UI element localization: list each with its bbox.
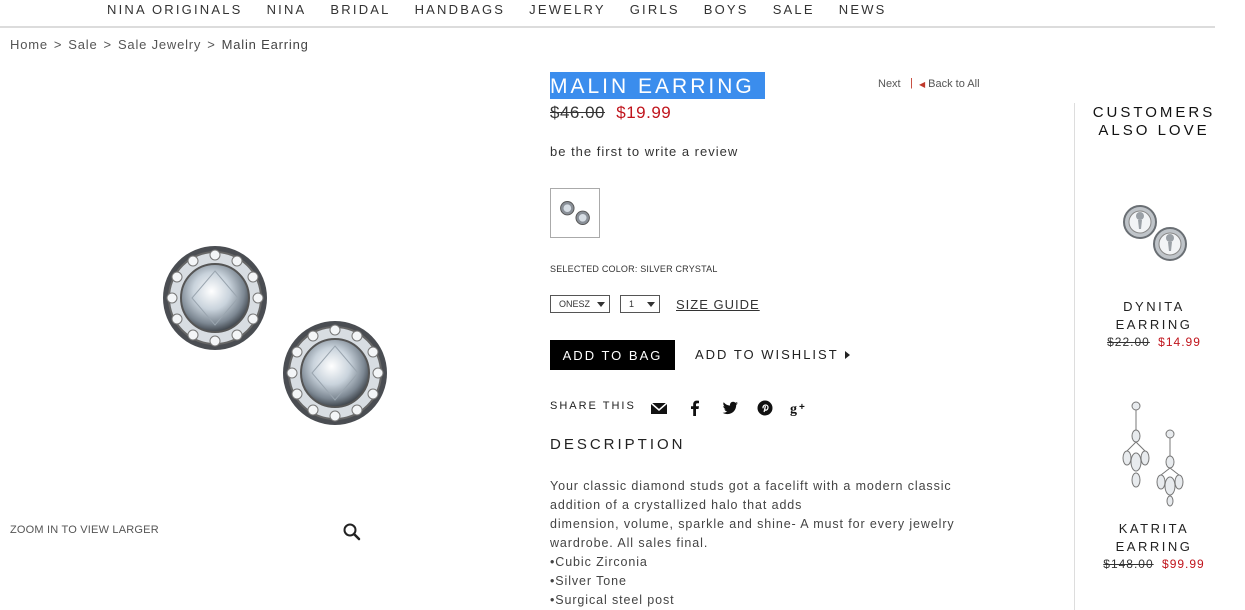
breadcrumb-separator: > — [103, 37, 112, 52]
recommended-price-sale: $99.99 — [1162, 557, 1205, 571]
wishlist-label: ADD TO WISHLIST — [695, 347, 839, 362]
nav-item-nina[interactable]: NINA — [267, 2, 307, 17]
breadcrumb: Home > Sale > Sale Jewelry > Malin Earri… — [10, 37, 309, 52]
facebook-icon[interactable] — [686, 399, 704, 417]
sidebar-title-line: CUSTOMERS — [1092, 104, 1216, 121]
sidebar-title-line: ALSO LOVE — [1098, 122, 1210, 139]
back-arrow-icon: ◀ — [919, 80, 926, 89]
nav-items: NINA ORIGINALS NINA BRIDAL HANDBAGS JEWE… — [107, 2, 911, 17]
chevron-down-icon — [647, 302, 655, 307]
google-plus-icon[interactable]: g + — [790, 399, 808, 417]
recommended-product: DYNITA EARRING $22.00 $14.99 — [1090, 200, 1218, 349]
description-line: dimension, volume, sparkle and shine- A … — [550, 517, 955, 531]
feature-item: Surgical steel post — [550, 591, 980, 610]
recommended-product-image[interactable] — [1114, 200, 1194, 270]
size-select-value: ONESZ — [559, 299, 591, 309]
magnifier-icon[interactable] — [342, 522, 362, 542]
feature-item: Cubic Zirconia — [550, 553, 980, 572]
size-select[interactable]: ONESZ — [550, 295, 610, 313]
recommended-price-original: $22.00 — [1107, 335, 1150, 349]
product-prices: $46.00 $19.99 — [550, 103, 671, 123]
nav-item-nina-originals[interactable]: NINA ORIGINALS — [107, 2, 243, 17]
recommended-product-prices: $148.00 $99.99 — [1090, 557, 1218, 571]
description-line: addition of a crystallized halo that add… — [550, 498, 803, 512]
nav-item-sale[interactable]: SALE — [773, 2, 815, 17]
nav-item-jewelry[interactable]: JEWELRY — [529, 2, 606, 17]
breadcrumb-sale-jewelry[interactable]: Sale Jewelry — [118, 37, 201, 52]
quantity-select-value: 1 — [629, 299, 635, 309]
add-to-bag-button[interactable]: ADD TO BAG — [550, 340, 675, 370]
zoom-label: ZOOM IN TO VIEW LARGER — [10, 524, 159, 536]
price-original: $46.00 — [550, 103, 605, 122]
size-guide-link[interactable]: SIZE GUIDE — [676, 297, 760, 312]
breadcrumb-current: Malin Earring — [221, 37, 309, 52]
recommended-product-prices: $22.00 $14.99 — [1090, 335, 1218, 349]
next-link[interactable]: Next — [878, 78, 901, 90]
recommended-product-name[interactable]: EARRING — [1090, 538, 1218, 556]
pinterest-icon[interactable] — [756, 399, 774, 417]
back-to-all-link[interactable]: ◀ Back to All — [919, 78, 980, 90]
product-title: MALIN EARRING — [550, 72, 765, 99]
title-wrap: MALIN EARRING — [550, 72, 765, 99]
feature-item: Silver Tone — [550, 572, 980, 591]
description-line: wardrobe. All sales final. — [550, 536, 709, 550]
nav-item-handbags[interactable]: HANDBAGS — [415, 2, 506, 17]
product-image[interactable] — [150, 235, 410, 445]
chevron-down-icon — [597, 302, 605, 307]
recommended-product-name[interactable]: KATRITA — [1090, 520, 1218, 538]
recommended-product-name[interactable]: EARRING — [1090, 316, 1218, 334]
recommended-price-original: $148.00 — [1103, 557, 1154, 571]
breadcrumb-home[interactable]: Home — [10, 37, 48, 52]
breadcrumb-sale[interactable]: Sale — [68, 37, 97, 52]
recommended-price-sale: $14.99 — [1158, 335, 1201, 349]
earring-right — [283, 321, 387, 425]
selected-color-label: SELECTED COLOR: SILVER CRYSTAL — [550, 264, 718, 274]
feature-list: Cubic Zirconia Silver Tone Surgical stee… — [550, 553, 980, 610]
svg-text:+: + — [799, 402, 805, 413]
nav-item-girls[interactable]: GIRLS — [630, 2, 680, 17]
earring-left — [163, 246, 267, 350]
recommended-product: KATRITA EARRING $148.00 $99.99 — [1090, 400, 1218, 571]
nav-item-bridal[interactable]: BRIDAL — [330, 2, 390, 17]
recommended-product-name[interactable]: DYNITA — [1090, 298, 1218, 316]
quantity-select[interactable]: 1 — [620, 295, 660, 313]
nav-item-boys[interactable]: BOYS — [704, 2, 749, 17]
sidebar-divider — [1074, 103, 1075, 610]
svg-text:g: g — [790, 402, 797, 417]
description-line: Your classic diamond studs got a facelif… — [550, 479, 952, 493]
breadcrumb-separator: > — [207, 37, 216, 52]
nav-divider: | — [910, 77, 913, 89]
price-sale: $19.99 — [616, 103, 672, 122]
envelope-icon[interactable] — [650, 399, 668, 417]
add-to-wishlist-link[interactable]: ADD TO WISHLIST — [695, 347, 850, 362]
top-navigation: NINA ORIGINALS NINA BRIDAL HANDBAGS JEWE… — [0, 0, 1215, 28]
nav-item-news[interactable]: NEWS — [839, 2, 887, 17]
sidebar-title: CUSTOMERS ALSO LOVE — [1090, 104, 1218, 140]
write-review-link[interactable]: be the first to write a review — [550, 144, 738, 159]
color-swatch[interactable] — [550, 188, 600, 238]
caret-right-icon — [844, 350, 850, 359]
description-body: Your classic diamond studs got a facelif… — [550, 477, 980, 610]
description-heading: DESCRIPTION — [550, 436, 686, 453]
recommended-product-image[interactable] — [1114, 400, 1194, 508]
back-to-all-label: Back to All — [928, 78, 980, 90]
share-label: SHARE THIS — [550, 400, 636, 412]
twitter-icon[interactable] — [721, 399, 739, 417]
breadcrumb-separator: > — [53, 37, 63, 52]
